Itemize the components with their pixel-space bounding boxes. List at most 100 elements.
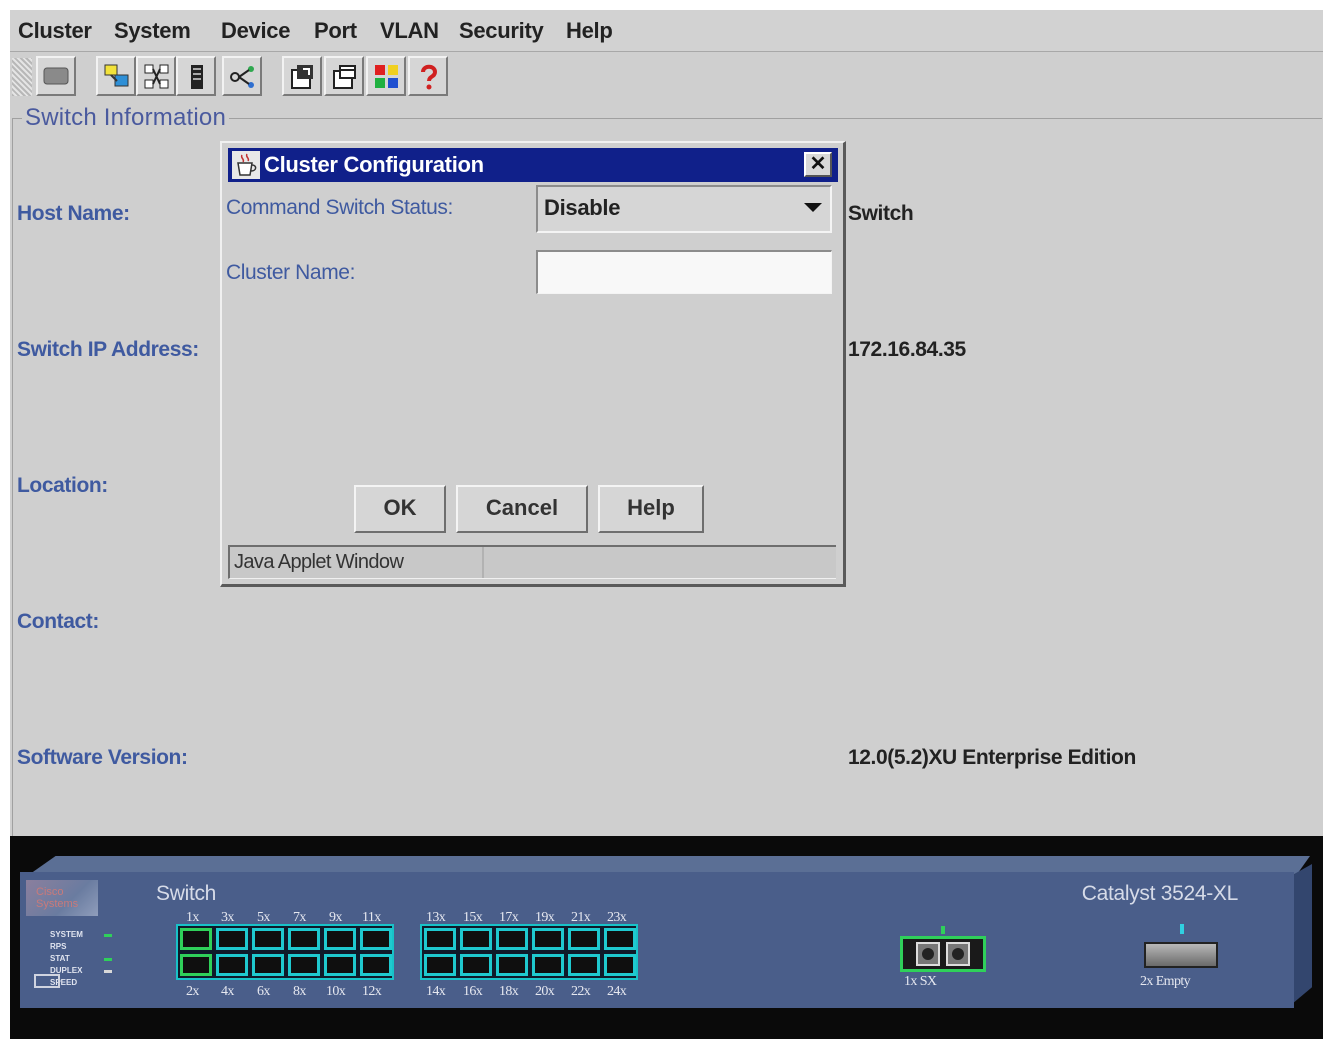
java-applet-status-bar: Java Applet Window [228,545,836,579]
port-11[interactable] [360,928,392,950]
host-icon [104,64,129,87]
port-label: 2x [186,984,199,999]
led-label-rps: RPS [50,942,67,951]
port-8[interactable] [288,954,320,976]
ip-address-label: Switch IP Address: [17,338,199,361]
location-label: Location: [17,474,108,497]
software-version-label: Software Version: [17,746,188,769]
port-label: 24x [607,984,627,999]
new-window-icon [291,65,313,89]
mode-button[interactable] [34,974,60,988]
device-name: Switch [156,882,217,905]
port-1[interactable] [180,928,212,950]
port-4[interactable] [216,954,248,976]
link-button[interactable] [222,56,262,96]
menu-security[interactable]: Security [459,18,544,44]
panel-button[interactable] [36,56,76,96]
dialog-title-bar[interactable]: Cluster Configuration ✕ [228,148,838,182]
port-23[interactable] [604,928,636,950]
host-name-value: Switch [848,202,914,225]
menu-port[interactable]: Port [314,18,357,44]
gbic-2-label: 2x Empty [1140,974,1191,989]
host-name-label: Host Name: [17,202,130,225]
port-13[interactable] [424,928,456,950]
command-switch-status-select[interactable]: Disable [536,185,832,233]
port-14[interactable] [424,954,456,976]
chassis-side [1292,864,1312,1004]
status-bar-divider [482,547,484,578]
cancel-button[interactable]: Cancel [456,485,588,533]
port-19[interactable] [532,928,564,950]
color-legend-button[interactable] [366,56,406,96]
help-icon [421,64,438,90]
menu-system[interactable]: System [114,18,191,44]
java-applet-window-text: Java Applet Window [234,551,404,573]
device-model: Catalyst 3524-XL [1081,882,1239,905]
close-icon: ✕ [809,153,827,175]
port-label: 12x [362,984,382,999]
gbic-slot-2-empty[interactable] [1144,942,1218,968]
stat-led [104,958,112,961]
cluster-configuration-dialog: Cluster Configuration ✕ Command Switch S… [220,141,846,587]
cluster-name-input[interactable] [536,250,832,294]
port-21[interactable] [568,928,600,950]
port-22[interactable] [568,954,600,976]
ip-address-value: 172.16.84.35 [848,338,966,361]
help-button[interactable] [408,56,448,96]
port-5[interactable] [252,928,284,950]
port-label: 4x [221,984,234,999]
port-3[interactable] [216,928,248,950]
port-bank-1-12 [176,924,394,980]
menu-help[interactable]: Help [566,18,613,44]
menu-device[interactable]: Device [221,18,290,44]
sx-connector-icon [916,942,970,966]
gbic-2-led [1180,924,1184,934]
port-6[interactable] [252,954,284,976]
panel-icon [43,67,69,85]
cluster-name-label: Cluster Name: [226,261,356,284]
help-dialog-button[interactable]: Help [598,485,704,533]
ok-button[interactable]: OK [354,485,446,533]
gbic-1-label: 1x SX [904,974,937,989]
status-selected-value: Disable [544,195,621,220]
close-button[interactable]: ✕ [804,152,832,177]
led-label-stat: STAT [50,954,70,963]
port-bank-13-24 [420,924,638,980]
software-version-value: 12.0(5.2)XU Enterprise Edition [848,746,1136,769]
port-20[interactable] [532,954,564,976]
port-10[interactable] [324,954,356,976]
system-led [104,934,112,937]
host-button[interactable] [96,56,136,96]
port-label: 6x [257,984,270,999]
topology-button[interactable] [136,56,176,96]
topology-icon [144,64,169,89]
port-18[interactable] [496,954,528,976]
port-7[interactable] [288,928,320,950]
toolbar-grip[interactable] [12,58,32,96]
port-16[interactable] [460,954,492,976]
new-window-button[interactable] [282,56,322,96]
java-cup-icon [232,151,260,179]
port-label: 20x [535,984,555,999]
switch-chassis[interactable]: Cisco Systems Switch Catalyst 3524-XL SY… [20,872,1294,1008]
port-2[interactable] [180,954,212,976]
device-front-panel-area: Cisco Systems Switch Catalyst 3524-XL SY… [10,836,1323,1039]
port-9[interactable] [324,928,356,950]
menu-cluster[interactable]: Cluster [18,18,92,44]
open-window-button[interactable] [324,56,364,96]
open-window-icon [333,65,356,89]
app-window: Cluster System Device Port VLAN Security… [10,10,1323,1039]
command-switch-status-label: Command Switch Status: [226,196,453,219]
toolbar [10,54,1323,100]
port-24[interactable] [604,954,636,976]
gbic-port-1[interactable] [900,936,986,972]
cisco-logo-text: Cisco Systems [36,886,79,910]
port-15[interactable] [460,928,492,950]
chevron-down-icon[interactable] [804,203,822,212]
switch-info-title: Switch Information [22,104,230,132]
port-17[interactable] [496,928,528,950]
device-button[interactable] [176,56,216,96]
port-12[interactable] [360,954,392,976]
port-label: 16x [463,984,483,999]
menu-vlan[interactable]: VLAN [380,18,439,44]
